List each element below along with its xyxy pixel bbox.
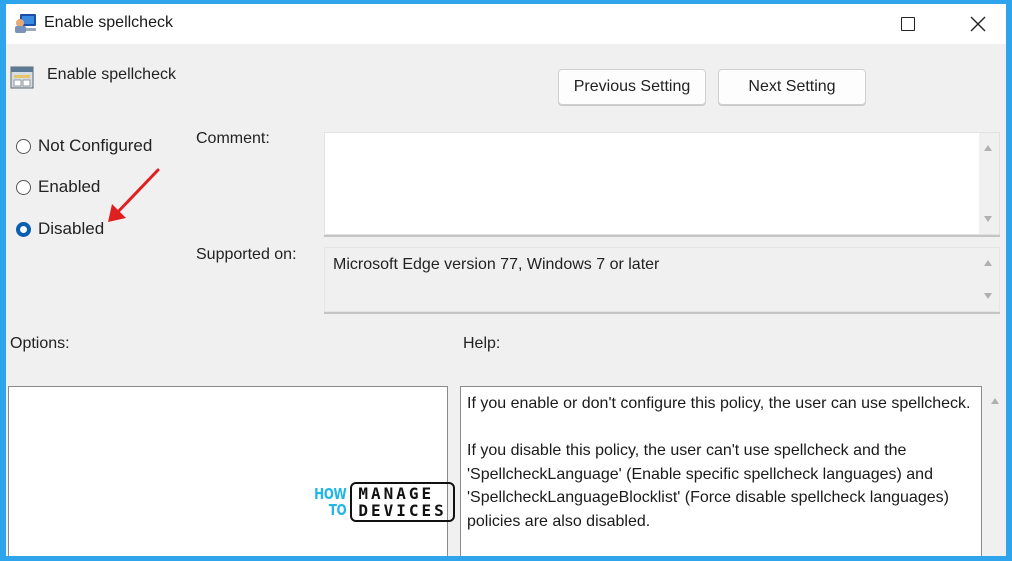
logo-brand-box: MANAGE DEVICES [350, 482, 455, 522]
watermark-logo: HOW TO MANAGE DEVICES [306, 482, 455, 522]
supported-on-label: Supported on: [196, 246, 297, 263]
supported-on-value: Microsoft Edge version 77, Windows 7 or … [333, 256, 660, 273]
policy-name: Enable spellcheck [47, 66, 176, 83]
logo-devices-text: DEVICES [358, 501, 447, 520]
radio-circle[interactable] [16, 138, 31, 154]
comment-textarea[interactable] [324, 132, 1000, 235]
maximize-button[interactable] [878, 4, 938, 44]
options-panel [8, 386, 448, 556]
policy-setting-icon [10, 66, 34, 89]
logo-how-to: HOW TO [314, 485, 347, 519]
scroll-up-icon[interactable] [984, 260, 992, 266]
group-policy-app-icon [15, 14, 36, 33]
title-bar: Enable spellcheck [6, 4, 1006, 44]
help-label: Help: [463, 335, 501, 352]
radio-disabled[interactable]: Disabled [16, 219, 104, 239]
radio-circle[interactable] [16, 179, 31, 195]
radio-enabled[interactable]: Enabled [16, 177, 100, 197]
radio-label: Enabled [38, 177, 101, 196]
logo-to-text: TO [328, 501, 347, 519]
help-scrollbar[interactable] [984, 386, 1006, 556]
policy-dialog-window: Enable spellcheck Enable spellcheck Prev… [6, 4, 1006, 556]
scroll-up-icon[interactable] [984, 145, 992, 151]
annotation-arrow [108, 168, 160, 222]
close-button[interactable] [948, 4, 1006, 44]
scroll-up-icon[interactable] [991, 398, 999, 404]
scroll-down-icon[interactable] [984, 216, 992, 222]
comment-scrollbar[interactable] [979, 133, 999, 234]
supported-on-field: Microsoft Edge version 77, Windows 7 or … [324, 247, 1000, 312]
maximize-icon [901, 17, 915, 31]
window-title: Enable spellcheck [44, 14, 173, 31]
scroll-down-icon[interactable] [984, 293, 992, 299]
previous-setting-button[interactable]: Previous Setting [558, 69, 706, 105]
help-text: If you enable or don't configure this po… [467, 392, 972, 556]
help-paragraph: If you disable this policy, the user can… [467, 442, 949, 530]
radio-label: Not Configured [38, 136, 153, 155]
options-label: Options: [10, 335, 70, 352]
close-icon [970, 16, 986, 32]
radio-not-configured[interactable]: Not Configured [16, 136, 152, 156]
next-setting-button[interactable]: Next Setting [718, 69, 866, 105]
help-paragraph: If you enable or don't configure this po… [467, 395, 971, 412]
radio-label: Disabled [38, 219, 105, 238]
logo-manage-text: MANAGE [358, 484, 435, 503]
radio-circle-selected[interactable] [16, 221, 31, 237]
comment-label: Comment: [196, 130, 270, 147]
supported-on-scrollbar[interactable] [979, 248, 999, 311]
help-panel: If you enable or don't configure this po… [460, 386, 982, 556]
logo-how-text: HOW [314, 485, 347, 503]
